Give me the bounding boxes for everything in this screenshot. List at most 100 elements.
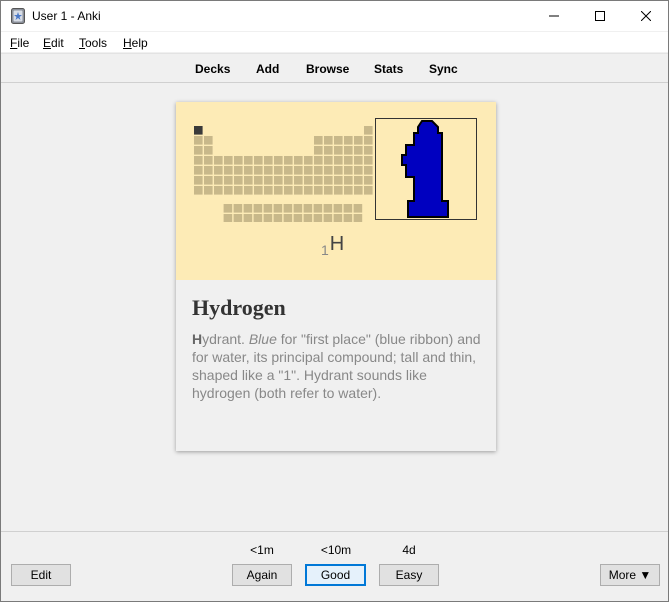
easy-button[interactable]: Easy: [379, 564, 439, 586]
table-cell: [223, 204, 233, 213]
table-cell: [314, 186, 323, 195]
table-cell: [284, 176, 293, 185]
table-cell: [324, 176, 333, 185]
menu-file[interactable]: File: [10, 36, 29, 50]
table-cell: [324, 186, 333, 195]
table-cell: [264, 156, 273, 165]
good-button[interactable]: Good: [305, 564, 366, 586]
close-icon: [641, 11, 651, 21]
menu-help[interactable]: Help: [123, 36, 148, 50]
table-cell: [234, 176, 243, 185]
table-cell: [194, 176, 203, 185]
table-cell: [354, 166, 363, 175]
table-cell: [274, 176, 283, 185]
table-cell: [244, 166, 253, 175]
periodic-table-image: [194, 126, 373, 222]
table-cell: [244, 176, 253, 185]
table-cell: [223, 214, 233, 222]
table-cell: [214, 186, 223, 195]
table-cell: [354, 136, 363, 145]
toolbar-decks[interactable]: Decks: [195, 62, 230, 76]
table-cell: [294, 186, 303, 195]
table-cell: [333, 214, 343, 222]
toolbar-sync[interactable]: Sync: [429, 62, 458, 76]
table-cell: [214, 176, 223, 185]
table-cell: [204, 136, 213, 145]
card-description: Hydrant. Blue for "first place" (blue ri…: [192, 331, 481, 401]
table-cell: [334, 176, 343, 185]
table-cell: [314, 156, 323, 165]
table-cell: [234, 186, 243, 195]
table-cell: [294, 156, 303, 165]
table-cell: [283, 204, 293, 213]
table-cell: [304, 176, 313, 185]
table-cell: [344, 146, 353, 155]
table-cell: [243, 204, 253, 213]
table-cell: [194, 156, 203, 165]
minimize-button[interactable]: [531, 1, 577, 31]
table-cell: [274, 156, 283, 165]
toolbar-add[interactable]: Add: [256, 62, 279, 76]
table-cell: [214, 166, 223, 175]
table-cell: [243, 214, 253, 222]
table-cell: [313, 204, 323, 213]
table-cell: [204, 186, 213, 195]
table-cell: [283, 214, 293, 222]
table-cell: [334, 156, 343, 165]
again-button[interactable]: Again: [232, 564, 292, 586]
table-cell: [224, 166, 233, 175]
hydrant-icon: [401, 120, 449, 218]
table-cell: [364, 156, 373, 165]
table-cell: [344, 156, 353, 165]
table-cell: [304, 166, 313, 175]
table-cell: [334, 166, 343, 175]
table-cell: [354, 146, 363, 155]
table-cell: [364, 176, 373, 185]
minimize-icon: [549, 15, 559, 17]
table-cell: [334, 136, 343, 145]
table-cell: [324, 166, 333, 175]
table-cell: [264, 166, 273, 175]
table-cell: [343, 204, 353, 213]
edit-button[interactable]: Edit: [11, 564, 71, 586]
anki-window: User 1 - Anki File Edit Tools Help Decks…: [0, 0, 669, 602]
table-cell: [264, 176, 273, 185]
table-cell: [324, 146, 333, 155]
main-toolbar: Decks Add Browse Stats Sync: [1, 53, 668, 83]
symbol-letter: H: [329, 233, 345, 255]
table-cell: [194, 146, 203, 155]
table-cell: [364, 126, 373, 135]
table-cell: [353, 204, 363, 213]
table-cell: [294, 166, 303, 175]
table-cell: [224, 176, 233, 185]
menu-tools[interactable]: Tools: [79, 36, 107, 50]
table-cell: [224, 186, 233, 195]
toolbar-stats[interactable]: Stats: [374, 62, 403, 76]
table-cell: [364, 136, 373, 145]
table-cell: [343, 214, 353, 222]
table-cell: [344, 136, 353, 145]
maximize-button[interactable]: [577, 1, 623, 31]
menu-edit[interactable]: Edit: [43, 36, 64, 50]
table-cell: [344, 186, 353, 195]
table-cell: [194, 166, 203, 175]
table-cell: [303, 214, 313, 222]
more-button[interactable]: More ▼: [600, 564, 660, 586]
flashcard: 1H Hydrogen Hydrant. Blue for "first pla…: [176, 102, 496, 451]
table-cell: [253, 204, 263, 213]
table-cell: [344, 166, 353, 175]
table-cell: [314, 166, 323, 175]
table-cell: [264, 186, 273, 195]
answer-bar: Edit <1m <10m 4d Again Good Easy More ▼: [1, 531, 668, 601]
toolbar-browse[interactable]: Browse: [306, 62, 349, 76]
table-cell: [274, 186, 283, 195]
table-cell: [323, 204, 333, 213]
table-cell: [204, 166, 213, 175]
table-cell: [263, 214, 273, 222]
menu-bar: File Edit Tools Help: [1, 32, 668, 52]
anki-app-icon: [11, 8, 25, 24]
table-cell: [333, 204, 343, 213]
table-cell: [324, 156, 333, 165]
table-cell: [323, 214, 333, 222]
close-button[interactable]: [623, 1, 668, 31]
